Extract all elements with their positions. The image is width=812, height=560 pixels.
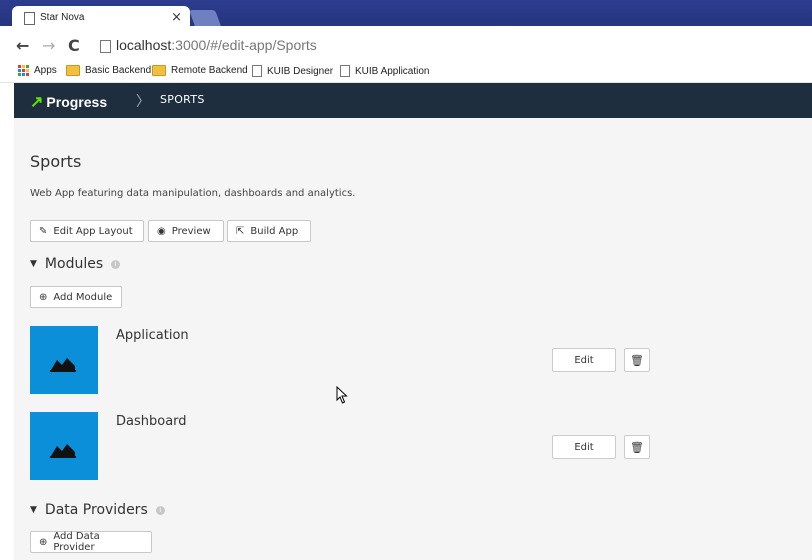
plus-circle-icon: ⊕ — [39, 536, 48, 548]
breadcrumb: SPORTS — [160, 93, 205, 106]
page-icon — [100, 40, 111, 53]
page-icon — [252, 65, 262, 77]
area-chart-icon — [50, 358, 76, 372]
delete-module-button[interactable]: 🗑 — [624, 348, 650, 372]
eye-icon: ◉ — [157, 225, 166, 237]
app-description: Web App featuring data manipulation, das… — [30, 188, 356, 199]
browser-tab-strip: Star Nova × — [0, 0, 812, 32]
url-field[interactable]: localhost:3000/#/edit-app/Sports — [94, 36, 794, 56]
module-name: Application — [116, 328, 189, 343]
bookmark-remote-backend[interactable]: Remote Backend — [152, 65, 248, 76]
preview-button[interactable]: ◉ Preview — [148, 220, 224, 242]
app-header: ↗ Progress 〉 SPORTS — [14, 83, 812, 118]
delete-module-button[interactable]: 🗑 — [624, 435, 650, 459]
back-arrow-icon[interactable]: ← — [16, 36, 29, 55]
address-bar: ← → C localhost:3000/#/edit-app/Sports — [0, 32, 812, 61]
modules-section-header[interactable]: ▼ Modules i — [30, 256, 121, 272]
folder-icon — [66, 65, 80, 76]
bookmarks-bar: Apps Basic Backend Remote Backend KUIB D… — [0, 60, 812, 83]
build-app-button[interactable]: ⇱ Build App — [227, 220, 311, 242]
info-icon[interactable]: i — [111, 259, 121, 269]
module-tile-application[interactable] — [30, 326, 98, 394]
edit-module-button[interactable]: Edit — [552, 348, 616, 372]
info-icon[interactable]: i — [155, 505, 165, 515]
url-host: localhost — [116, 37, 172, 53]
bookmark-kuib-application[interactable]: KUIB Application — [340, 65, 430, 77]
add-data-provider-button[interactable]: ⊕ Add Data Provider — [30, 531, 152, 553]
caret-down-icon: ▼ — [30, 259, 37, 269]
tab-close-icon[interactable]: × — [171, 10, 182, 25]
area-chart-icon — [50, 444, 76, 458]
main-content: Sports Web App featuring data manipulati… — [14, 118, 812, 560]
trash-icon: 🗑 — [630, 353, 644, 367]
bookmark-apps[interactable]: Apps — [18, 65, 57, 76]
page-icon — [24, 12, 35, 25]
folder-icon — [152, 65, 166, 76]
mouse-cursor-icon — [336, 386, 348, 404]
edit-icon: ✎ — [39, 225, 48, 237]
new-tab-button[interactable] — [189, 10, 221, 26]
tab-title: Star Nova — [40, 12, 85, 23]
page-icon — [340, 65, 350, 77]
trash-icon: 🗑 — [630, 440, 644, 454]
add-module-button[interactable]: ⊕ Add Module — [30, 286, 122, 308]
edit-module-button[interactable]: Edit — [552, 435, 616, 459]
forward-arrow-icon[interactable]: → — [42, 36, 55, 55]
breadcrumb-separator-icon: 〉 — [136, 94, 150, 110]
progress-logo-icon: ↗ — [30, 94, 44, 111]
bookmark-kuib-designer[interactable]: KUIB Designer — [252, 65, 333, 77]
page-title: Sports — [30, 152, 82, 171]
plus-circle-icon: ⊕ — [39, 291, 48, 303]
export-icon: ⇱ — [236, 225, 245, 237]
apps-grid-icon — [18, 65, 29, 76]
caret-down-icon: ▼ — [30, 505, 37, 515]
browser-tab[interactable]: Star Nova × — [12, 6, 190, 32]
reload-icon[interactable]: C — [68, 36, 80, 55]
bookmark-basic-backend[interactable]: Basic Backend — [66, 65, 151, 76]
module-name: Dashboard — [116, 414, 187, 429]
url-path: :3000/#/edit-app/Sports — [171, 37, 317, 53]
data-providers-section-header[interactable]: ▼ Data Providers i — [30, 502, 165, 518]
module-tile-dashboard[interactable] — [30, 412, 98, 480]
progress-logo[interactable]: ↗ Progress — [30, 92, 107, 112]
edit-app-layout-button[interactable]: ✎ Edit App Layout — [30, 220, 144, 242]
